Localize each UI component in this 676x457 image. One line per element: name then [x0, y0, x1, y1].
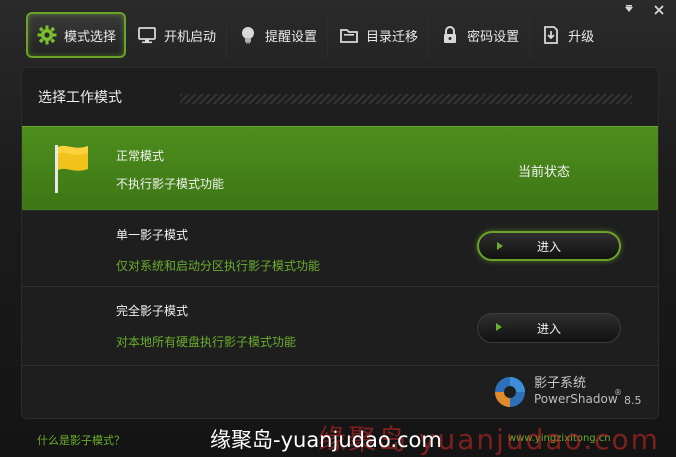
mode-title: 正常模式 — [116, 149, 165, 163]
folder-icon — [338, 24, 360, 46]
watermark: 缘聚岛-yuanjudao.com — [210, 428, 442, 452]
toolbar: 模式选择 开机启动 提醒设置 目录迁移 密码设置 升级 — [26, 10, 604, 60]
mode-row-single-shadow: 单一影子模式 仅对系统和启动分区执行影子模式功能 进入 — [22, 210, 658, 286]
app-window: 模式选择 开机启动 提醒设置 目录迁移 密码设置 升级 选择工作模式 正常模式 … — [0, 0, 676, 457]
brand-block: 影子系统 PowerShadow ® 8.5 — [492, 370, 652, 414]
button-label: 进入 — [536, 239, 561, 254]
mode-description: 不执行影子模式功能 — [116, 177, 225, 191]
menu-icon — [625, 5, 633, 12]
mode-panel: 选择工作模式 正常模式 不执行影子模式功能 当前状态 单一影子模式 仅对系统和启… — [22, 68, 658, 418]
window-controls — [618, 2, 670, 18]
tab-mode-select[interactable]: 模式选择 — [26, 12, 127, 58]
menu-button[interactable] — [618, 2, 640, 18]
tab-label: 提醒设置 — [265, 29, 318, 45]
mode-description: 对本地所有硬盘执行影子模式功能 — [116, 335, 297, 349]
tab-password[interactable]: 密码设置 — [429, 12, 531, 58]
mode-row-normal[interactable]: 正常模式 不执行影子模式功能 当前状态 — [22, 126, 658, 210]
mode-description: 仅对系统和启动分区执行影子模式功能 — [116, 259, 321, 273]
close-icon — [654, 5, 664, 15]
mode-title: 单一影子模式 — [116, 228, 189, 242]
enter-full-shadow-button[interactable]: 进入 — [477, 313, 621, 343]
tab-label: 开机启动 — [164, 29, 217, 45]
current-status-label: 当前状态 — [518, 165, 571, 180]
enter-single-shadow-button[interactable]: 进入 — [477, 231, 621, 261]
lock-icon — [439, 24, 461, 46]
brand-name-en: PowerShadow — [534, 392, 618, 406]
registered-mark: ® — [614, 388, 622, 397]
gear-icon — [36, 24, 58, 46]
close-button[interactable] — [648, 2, 670, 18]
tab-label: 模式选择 — [64, 29, 117, 45]
download-icon — [540, 24, 562, 46]
flag-icon — [55, 145, 88, 193]
tab-reminder[interactable]: 提醒设置 — [227, 12, 329, 58]
tab-label: 密码设置 — [467, 29, 520, 45]
powershadow-logo-icon — [495, 377, 525, 407]
panel-title: 选择工作模式 — [38, 90, 122, 106]
mode-row-full-shadow: 完全影子模式 对本地所有硬盘执行影子模式功能 进入 — [22, 286, 658, 366]
tab-startup[interactable]: 开机启动 — [126, 12, 228, 58]
tab-directory-migration[interactable]: 目录迁移 — [328, 12, 430, 58]
play-icon — [497, 242, 503, 250]
help-link[interactable]: 什么是影子模式？ — [37, 432, 125, 448]
brand-name-cn: 影子系统 — [534, 376, 587, 391]
tab-upgrade[interactable]: 升级 — [530, 12, 604, 58]
tab-label: 目录迁移 — [366, 29, 419, 45]
play-icon — [496, 323, 502, 331]
tab-label: 升级 — [568, 29, 595, 45]
header-stripes — [180, 94, 632, 104]
lightbulb-icon — [237, 24, 259, 46]
mode-title: 完全影子模式 — [116, 304, 189, 318]
monitor-icon — [136, 24, 158, 46]
button-label: 进入 — [536, 321, 561, 336]
panel-header: 选择工作模式 — [22, 68, 658, 126]
brand-version: 8.5 — [624, 394, 642, 407]
